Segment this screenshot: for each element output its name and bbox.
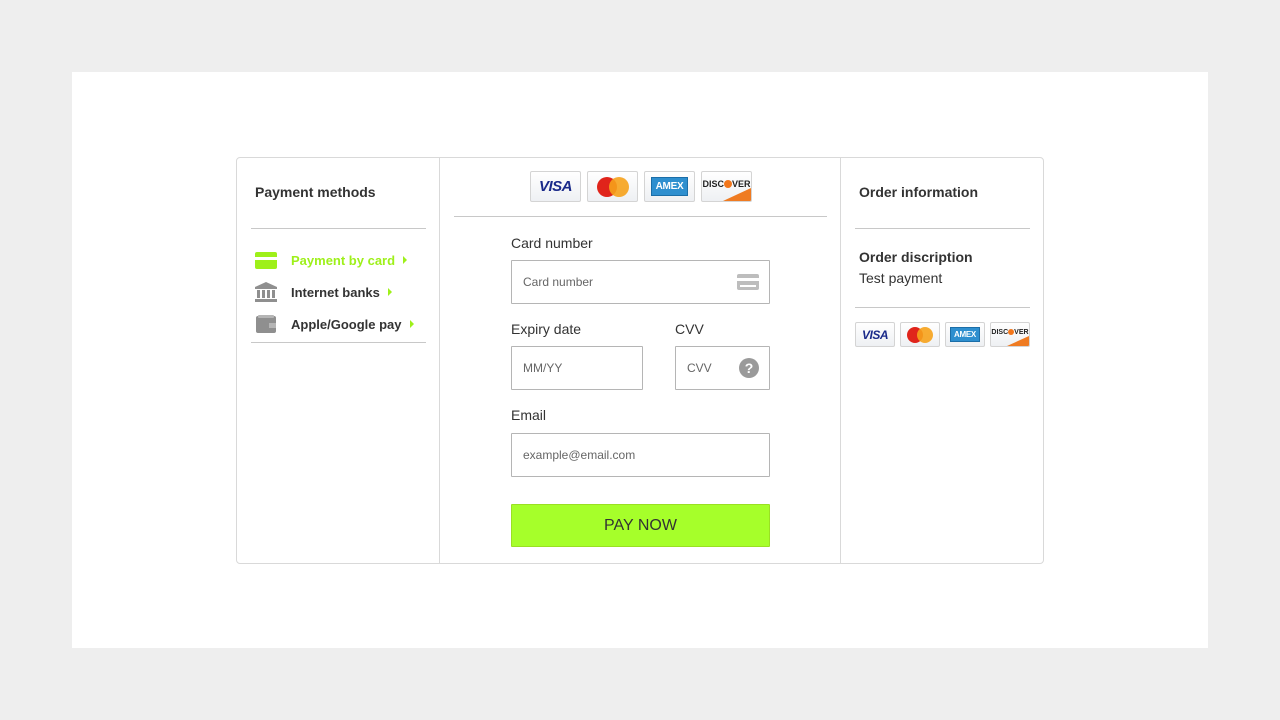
- mastercard-logo: [587, 171, 638, 202]
- caret-right-icon: [387, 288, 392, 296]
- payment-methods-panel: Payment methods Payment by card Internet…: [237, 158, 440, 563]
- pay-now-button[interactable]: PAY NOW: [511, 504, 770, 547]
- card-number-input[interactable]: [511, 260, 770, 304]
- order-information-panel: Order information Order discription Test…: [841, 158, 1043, 563]
- method-label: Payment by card: [291, 252, 396, 268]
- expiry-date-label: Expiry date: [511, 321, 582, 337]
- bank-icon: [255, 282, 277, 302]
- divider: [251, 342, 426, 343]
- card-form-panel: VISA AMEX DISCVER Card number Expiry dat…: [440, 158, 841, 563]
- method-payment-by-card[interactable]: Payment by card: [251, 244, 414, 276]
- card-number-label: Card number: [511, 235, 593, 251]
- divider: [855, 228, 1030, 229]
- order-information-title: Order information: [859, 184, 979, 200]
- divider: [855, 307, 1030, 308]
- order-description-label: Order discription: [859, 249, 973, 265]
- caret-right-icon: [403, 256, 408, 264]
- discover-logo: DISC VER: [701, 171, 752, 202]
- divider: [454, 216, 827, 217]
- mastercard-logo: [900, 322, 940, 347]
- payment-widget: Payment methods Payment by card Internet…: [236, 157, 1044, 564]
- email-input[interactable]: [511, 433, 770, 477]
- method-label: Apple/Google pay: [291, 316, 402, 332]
- method-apple-google-pay[interactable]: Apple/Google pay: [251, 308, 414, 340]
- amex-logo: AMEX: [644, 171, 695, 202]
- help-icon[interactable]: ?: [739, 358, 759, 378]
- email-label: Email: [511, 407, 547, 423]
- payment-methods-title: Payment methods: [255, 184, 376, 200]
- payment-methods-list: Payment by card Internet banks Apple/Goo…: [251, 244, 414, 340]
- wallet-icon: [255, 314, 277, 334]
- discover-logo: DISC VER: [990, 322, 1030, 347]
- method-internet-banks[interactable]: Internet banks: [251, 276, 414, 308]
- visa-logo: VISA: [855, 322, 895, 347]
- accepted-cards-small: VISA AMEX DISC VER: [855, 322, 1030, 347]
- visa-logo: VISA: [530, 171, 581, 202]
- caret-right-icon: [409, 320, 414, 328]
- cvv-label: CVV: [675, 321, 704, 337]
- card-icon: [255, 250, 277, 270]
- amex-logo: AMEX: [945, 322, 985, 347]
- credit-card-icon: [737, 274, 759, 290]
- method-label: Internet banks: [291, 284, 380, 300]
- divider: [251, 228, 426, 229]
- order-description-value: Test payment: [859, 270, 943, 286]
- accepted-cards: VISA AMEX DISC VER: [530, 171, 752, 202]
- expiry-date-input[interactable]: [511, 346, 643, 390]
